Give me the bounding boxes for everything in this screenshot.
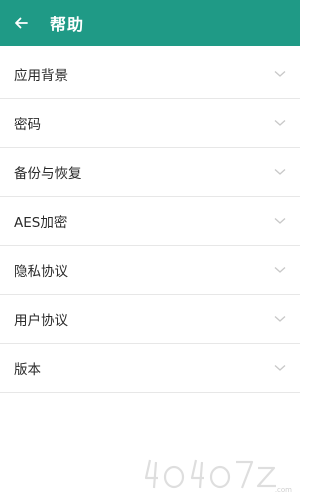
- chevron-down-icon: [274, 217, 286, 225]
- chevron-down-icon: [274, 364, 286, 372]
- list-item-label: 隐私协议: [14, 264, 68, 280]
- chevron-down-icon: [274, 266, 286, 274]
- list-item-version[interactable]: 版本: [0, 344, 300, 393]
- list-item-privacy-policy[interactable]: 隐私协议: [0, 246, 300, 295]
- list-item-aes-encryption[interactable]: AES加密: [0, 197, 300, 246]
- help-screen: 帮助 应用背景 密码 备份与恢复 AES加密 隐私协议 用户协议 版本 .com: [0, 0, 300, 500]
- chevron-down-icon: [274, 70, 286, 78]
- list-item-label: 应用背景: [14, 68, 68, 84]
- arrow-left-icon: [15, 17, 28, 29]
- list-item-label: 用户协议: [14, 313, 68, 329]
- watermark-logo: .com: [144, 459, 292, 494]
- app-bar: 帮助: [0, 0, 300, 46]
- list-item-label: AES加密: [14, 215, 68, 231]
- chevron-down-icon: [274, 315, 286, 323]
- svg-text:.com: .com: [275, 486, 292, 494]
- list-item-label: 备份与恢复: [14, 166, 82, 182]
- list-item-label: 密码: [14, 117, 41, 133]
- list-item-backup-restore[interactable]: 备份与恢复: [0, 148, 300, 197]
- page-title: 帮助: [50, 15, 85, 34]
- list-item-user-agreement[interactable]: 用户协议: [0, 295, 300, 344]
- chevron-down-icon: [274, 119, 286, 127]
- help-list: 应用背景 密码 备份与恢复 AES加密 隐私协议 用户协议 版本: [0, 50, 300, 393]
- chevron-down-icon: [274, 168, 286, 176]
- list-item-password[interactable]: 密码: [0, 99, 300, 148]
- list-item-app-background[interactable]: 应用背景: [0, 50, 300, 99]
- back-button[interactable]: [2, 0, 40, 46]
- list-item-label: 版本: [14, 362, 41, 378]
